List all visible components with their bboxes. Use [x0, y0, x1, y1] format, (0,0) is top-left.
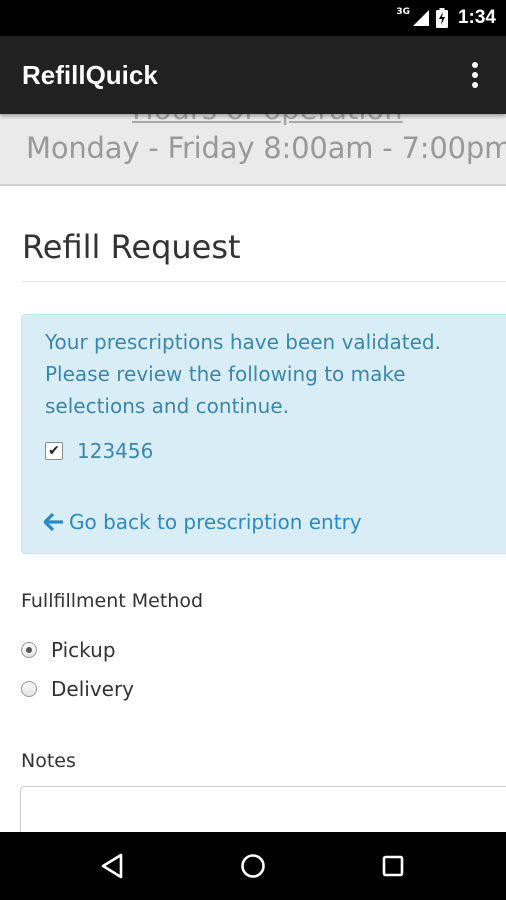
- pickup-radio[interactable]: [21, 642, 37, 658]
- app-bar: RefillQuick: [0, 36, 506, 114]
- signal-icon: [412, 10, 429, 26]
- prescription-checkbox[interactable]: ✔: [45, 442, 63, 460]
- prescription-number: 123456: [77, 439, 154, 463]
- validation-message: Your prescriptions have been validated. …: [45, 330, 441, 418]
- validation-alert: Your prescriptions have been validated. …: [21, 314, 506, 554]
- navigation-bar: [0, 832, 506, 900]
- status-bar: 3G 1:34: [0, 0, 506, 36]
- hours-heading: Hours of operation: [132, 114, 403, 126]
- network-type: 3G: [396, 7, 410, 17]
- back-link-label: Go back to prescription entry: [69, 510, 362, 534]
- app-title: RefillQuick: [22, 60, 158, 90]
- pickup-label: Pickup: [51, 638, 116, 662]
- back-to-entry-link[interactable]: Go back to prescription entry: [44, 510, 362, 534]
- prescription-item[interactable]: ✔ 123456: [45, 439, 153, 463]
- pickup-option[interactable]: Pickup: [21, 638, 116, 662]
- arrow-left-icon: [44, 513, 63, 531]
- notes-textarea[interactable]: [20, 786, 506, 832]
- more-vert-icon[interactable]: [458, 58, 492, 92]
- fulfillment-label: Fullfillment Method: [21, 590, 204, 612]
- page-title: Refill Request: [22, 228, 241, 266]
- home-icon[interactable]: [237, 850, 269, 882]
- page-content: Hours of operation Monday - Friday 8:00a…: [0, 114, 506, 832]
- status-icons: 3G 1:34: [396, 0, 496, 36]
- clock: 1:34: [457, 7, 496, 28]
- title-divider: [22, 281, 506, 282]
- delivery-radio[interactable]: [21, 681, 37, 697]
- delivery-option[interactable]: Delivery: [21, 677, 134, 701]
- back-icon[interactable]: [97, 850, 129, 882]
- hours-text: Monday - Friday 8:00am - 7:00pm: [26, 131, 506, 165]
- battery-charging-icon: [435, 8, 448, 28]
- delivery-label: Delivery: [51, 677, 135, 701]
- notes-label: Notes: [21, 750, 76, 772]
- recents-icon[interactable]: [377, 850, 409, 882]
- hours-banner: Hours of operation Monday - Friday 8:00a…: [0, 114, 506, 186]
